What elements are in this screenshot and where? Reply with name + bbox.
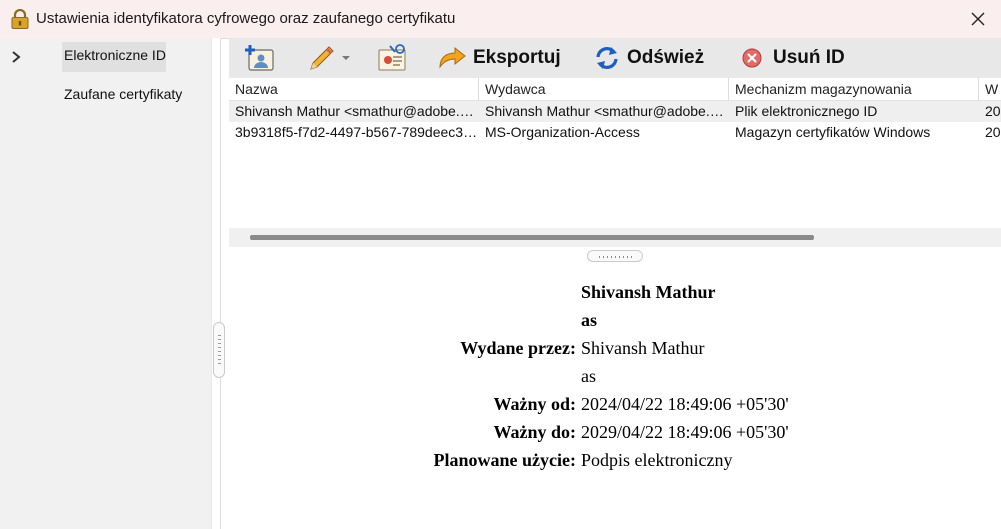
column-header-issuer[interactable]: Wydawca [479, 78, 729, 100]
delete-id-button[interactable]: Usuń ID [741, 38, 845, 78]
pencil-icon [310, 46, 334, 70]
add-id-button[interactable] [243, 38, 277, 78]
details-splitter-grip[interactable] [587, 250, 643, 262]
sidebar-item-digital-ids[interactable]: Elektroniczne ID [62, 42, 166, 72]
cell-validity: 2034 [985, 124, 1001, 140]
window-title: Ustawienia identyfikatora cyfrowego oraz… [36, 10, 456, 27]
close-button[interactable] [955, 0, 1001, 38]
certificate-icon [378, 44, 406, 71]
certificate-details-button[interactable] [375, 38, 409, 78]
cell-name: 3b9318f5-f7d2-4497-b567-789deec3a1b2 [235, 124, 479, 140]
delete-id-label: Usuń ID [773, 47, 845, 68]
refresh-icon [596, 47, 618, 69]
valid-from-value: 2024/04/22 18:49:06 +05'30' [581, 394, 789, 414]
chevron-right-icon[interactable] [9, 50, 23, 64]
cell-validity: 2029 [985, 103, 1001, 119]
column-header-name[interactable]: Nazwa [229, 78, 479, 100]
export-button[interactable]: Eksportuj [437, 38, 561, 78]
valid-to-value: 2029/04/22 18:49:06 +05'30' [581, 422, 789, 442]
horizontal-scrollbar[interactable] [229, 228, 1001, 247]
sidebar-item-trusted-certificates[interactable]: Zaufane certyfikaty [62, 82, 184, 106]
intended-usage-label: Planowane użycie: [433, 450, 576, 470]
arrow-export-icon [439, 46, 466, 69]
valid-from-label: Ważny od: [493, 394, 576, 414]
table-header: Nazwa Wydawca Mechanizm magazynowania W [229, 78, 1001, 101]
column-header-storage[interactable]: Mechanizm magazynowania [729, 78, 979, 100]
subject-organization: as [581, 310, 598, 330]
column-header-validity[interactable]: W [979, 78, 1001, 100]
certificate-details: Shivansh Mathur as Wydane przez: Shivans… [229, 262, 1001, 529]
refresh-button[interactable]: Odśwież [593, 38, 704, 78]
chevron-down-icon [342, 56, 350, 60]
toolbar: Eksportuj Odśwież Usuń ID [229, 38, 1001, 78]
table-row[interactable]: Shivansh Mathur <smathur@adobe.com> Shiv… [229, 101, 1001, 122]
add-id-icon [245, 45, 274, 71]
padlock-icon [11, 9, 29, 29]
cell-issuer: Shivansh Mathur <smathur@adobe.com> [485, 103, 729, 119]
issued-by-name: Shivansh Mathur [581, 338, 705, 358]
refresh-label: Odśwież [627, 47, 705, 68]
valid-to-label: Ważny do: [493, 422, 576, 442]
subject-name: Shivansh Mathur [581, 282, 716, 302]
scrollbar-thumb[interactable] [250, 235, 814, 240]
issued-by-organization: as [581, 366, 596, 386]
table-row[interactable]: 3b9318f5-f7d2-4497-b567-789deec3a1b2 MS-… [229, 122, 1001, 143]
cell-issuer: MS-Organization-Access [485, 124, 640, 140]
export-label: Eksportuj [473, 47, 561, 68]
cell-storage: Magazyn certyfikatów Windows [735, 124, 931, 140]
edit-button[interactable] [305, 38, 351, 78]
intended-usage-value: Podpis elektroniczny [581, 450, 733, 470]
sidebar: Elektroniczne ID Zaufane certyfikaty [0, 38, 211, 529]
digital-ids-table: Nazwa Wydawca Mechanizm magazynowania W … [229, 78, 1001, 228]
cell-storage: Plik elektronicznego ID [735, 103, 878, 119]
sidebar-splitter-grip[interactable] [213, 322, 225, 378]
delete-circle-icon [742, 48, 762, 68]
sidebar-splitter[interactable] [211, 38, 221, 529]
cell-name: Shivansh Mathur <smathur@adobe.com> [235, 103, 479, 119]
issued-by-label: Wydane przez: [460, 338, 576, 358]
title-bar: Ustawienia identyfikatora cyfrowego oraz… [0, 0, 1001, 39]
close-icon [971, 12, 985, 26]
